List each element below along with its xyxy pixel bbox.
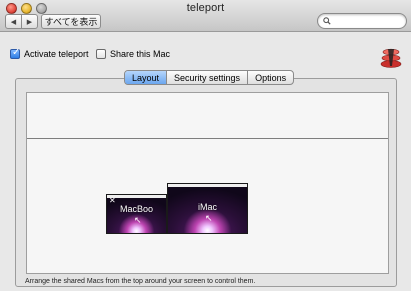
search-input[interactable] <box>317 13 407 29</box>
show-all-button[interactable]: すべてを表示 <box>41 14 101 29</box>
forward-button[interactable]: ▶ <box>21 15 37 28</box>
share-this-mac-checkbox[interactable]: Share this Mac <box>96 49 170 59</box>
mac-name-label: MacBoo <box>119 204 154 214</box>
back-button[interactable]: ◀ <box>6 15 21 28</box>
tab-options[interactable]: Options <box>247 71 293 84</box>
mac-menubar <box>168 184 247 187</box>
shared-mac-imac[interactable]: iMac ↖ <box>167 183 248 234</box>
activate-teleport-check[interactable] <box>10 47 20 59</box>
search-icon <box>323 17 331 25</box>
mac-screen-thumbnail <box>107 195 166 233</box>
activate-teleport-label: Activate teleport <box>24 49 89 59</box>
layout-hint-text: Arrange the shared Macs from the top aro… <box>25 278 256 285</box>
cursor-icon: ↖ <box>134 215 142 225</box>
mac-menubar <box>107 195 166 198</box>
cursor-icon: ↖ <box>205 213 213 223</box>
tab-bar: Layout Security settings Options <box>124 70 295 85</box>
share-this-mac-check[interactable] <box>96 49 106 59</box>
share-this-mac-label: Share this Mac <box>110 49 171 59</box>
tab-layout[interactable]: Layout <box>125 71 167 84</box>
title-bar: teleport ◀ ▶ すべてを表示 <box>0 0 411 32</box>
tab-security-settings[interactable]: Security settings <box>166 71 247 84</box>
shared-mac-macboo[interactable]: ✕ MacBoo ↖ <box>106 194 167 234</box>
mac-name-label: iMac <box>197 202 217 212</box>
activate-teleport-checkbox[interactable]: Activate teleport <box>10 47 89 59</box>
screen-top-divider <box>27 138 388 139</box>
teleport-logo-icon <box>380 48 402 68</box>
history-nav: ◀ ▶ <box>5 14 38 29</box>
